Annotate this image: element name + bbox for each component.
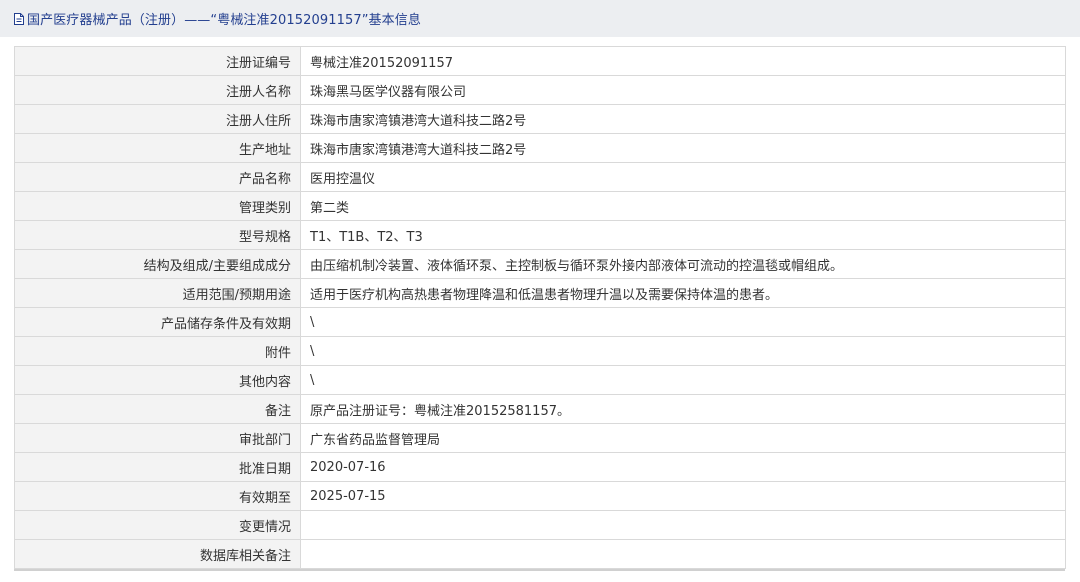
row-label: 产品储存条件及有效期 [14, 307, 301, 337]
row-value: 第二类 [300, 191, 1066, 221]
document-icon [14, 12, 24, 25]
row-value: 适用于医疗机构高热患者物理降温和低温患者物理升温以及需要保持体温的患者。 [300, 278, 1066, 308]
table-row: 变更情况 [14, 510, 1066, 540]
row-value: 由压缩机制冷装置、液体循环泵、主控制板与循环泵外接内部液体可流动的控温毯或帽组成… [300, 249, 1066, 279]
row-label: 备注 [14, 394, 301, 424]
row-label: 型号规格 [14, 220, 301, 250]
row-label: 其他内容 [14, 365, 301, 395]
row-value: 2025-07-15 [300, 481, 1066, 511]
row-label: 管理类别 [14, 191, 301, 221]
page-title: 国产医疗器械产品（注册）——“粤械注准20152091157”基本信息 [27, 13, 421, 28]
page-header: 国产医疗器械产品（注册）——“粤械注准20152091157”基本信息 [0, 0, 1080, 37]
row-label: 适用范围/预期用途 [14, 278, 301, 308]
row-value: 珠海市唐家湾镇港湾大道科技二路2号 [300, 104, 1066, 134]
table-row: 有效期至 2025-07-15 [14, 481, 1066, 511]
row-label: 注册人住所 [14, 104, 301, 134]
row-label: 注册证编号 [14, 46, 301, 76]
row-label: 批准日期 [14, 452, 301, 482]
row-label: 数据库相关备注 [14, 539, 301, 569]
row-value [300, 510, 1066, 540]
table-row: 生产地址 珠海市唐家湾镇港湾大道科技二路2号 [14, 133, 1066, 163]
row-value: \ [300, 307, 1066, 337]
row-label: 产品名称 [14, 162, 301, 192]
info-table-container: 注册证编号 粤械注准20152091157 注册人名称 珠海黑马医学仪器有限公司… [14, 46, 1066, 569]
row-value: \ [300, 365, 1066, 395]
row-value: 珠海市唐家湾镇港湾大道科技二路2号 [300, 133, 1066, 163]
table-row: 适用范围/预期用途 适用于医疗机构高热患者物理降温和低温患者物理升温以及需要保持… [14, 278, 1066, 308]
table-row: 注册人名称 珠海黑马医学仪器有限公司 [14, 75, 1066, 105]
table-row: 备注 原产品注册证号：粤械注准20152581157。 [14, 394, 1066, 424]
table-row: 审批部门 广东省药品监督管理局 [14, 423, 1066, 453]
table-row: 注册证编号 粤械注准20152091157 [14, 46, 1066, 76]
table-row: 产品名称 医用控温仪 [14, 162, 1066, 192]
table-row: 其他内容 \ [14, 365, 1066, 395]
table-row: 附件 \ [14, 336, 1066, 366]
table-row: 批准日期 2020-07-16 [14, 452, 1066, 482]
info-table: 注册证编号 粤械注准20152091157 注册人名称 珠海黑马医学仪器有限公司… [14, 46, 1066, 569]
table-row: 产品储存条件及有效期 \ [14, 307, 1066, 337]
row-label: 结构及组成/主要组成成分 [14, 249, 301, 279]
row-value: T1、T1B、T2、T3 [300, 220, 1066, 250]
row-label: 注册人名称 [14, 75, 301, 105]
row-value [300, 539, 1066, 569]
table-bottom-divider [14, 569, 1065, 571]
row-value: 原产品注册证号：粤械注准20152581157。 [300, 394, 1066, 424]
row-label: 生产地址 [14, 133, 301, 163]
row-label: 附件 [14, 336, 301, 366]
row-value: 医用控温仪 [300, 162, 1066, 192]
table-row: 型号规格 T1、T1B、T2、T3 [14, 220, 1066, 250]
row-label: 有效期至 [14, 481, 301, 511]
table-row: 结构及组成/主要组成成分 由压缩机制冷装置、液体循环泵、主控制板与循环泵外接内部… [14, 249, 1066, 279]
table-row: 管理类别 第二类 [14, 191, 1066, 221]
row-value: 广东省药品监督管理局 [300, 423, 1066, 453]
row-value: 2020-07-16 [300, 452, 1066, 482]
table-row: 数据库相关备注 [14, 539, 1066, 569]
row-label: 变更情况 [14, 510, 301, 540]
row-label: 审批部门 [14, 423, 301, 453]
row-value: 珠海黑马医学仪器有限公司 [300, 75, 1066, 105]
row-value: \ [300, 336, 1066, 366]
row-value: 粤械注准20152091157 [300, 46, 1066, 76]
table-row: 注册人住所 珠海市唐家湾镇港湾大道科技二路2号 [14, 104, 1066, 134]
